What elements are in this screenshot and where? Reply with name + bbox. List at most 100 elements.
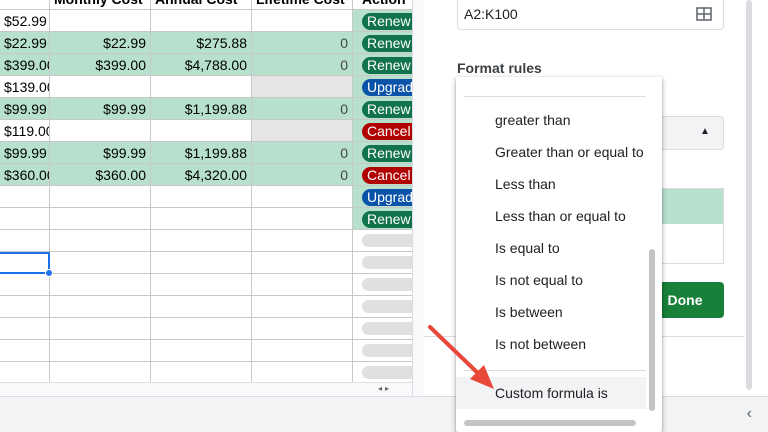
action-chip[interactable] xyxy=(362,366,412,379)
action-cell[interactable] xyxy=(353,230,412,252)
table-cell[interactable]: $399.00 xyxy=(0,54,50,76)
table-cell[interactable] xyxy=(151,362,252,384)
action-cell[interactable] xyxy=(353,362,412,384)
table-cell[interactable] xyxy=(0,318,50,340)
table-cell[interactable]: 0 xyxy=(252,32,353,54)
table-cell[interactable] xyxy=(50,252,151,274)
menu-scrollbar[interactable] xyxy=(649,249,655,411)
action-cell[interactable] xyxy=(353,318,412,340)
fill-handle[interactable] xyxy=(45,269,53,277)
action-cell[interactable]: Upgrade xyxy=(353,76,412,98)
table-cell[interactable] xyxy=(0,362,50,384)
action-cell[interactable]: Upgrade xyxy=(353,186,412,208)
selected-cell[interactable] xyxy=(0,252,50,274)
table-cell[interactable] xyxy=(151,252,252,274)
action-cell[interactable] xyxy=(353,340,412,362)
table-cell[interactable] xyxy=(50,362,151,384)
scroll-arrows-icon[interactable]: ◂▸ xyxy=(378,384,392,393)
panel-scrollbar[interactable] xyxy=(746,0,752,390)
table-cell[interactable] xyxy=(252,252,353,274)
menu-item[interactable]: Less than or equal to xyxy=(456,200,646,232)
table-cell[interactable] xyxy=(151,76,252,98)
table-cell[interactable] xyxy=(0,186,50,208)
table-cell[interactable]: 0 xyxy=(252,164,353,186)
table-cell[interactable] xyxy=(151,230,252,252)
table-cell[interactable]: $22.99 xyxy=(50,32,151,54)
table-cell[interactable]: $99.99 xyxy=(50,142,151,164)
action-cell[interactable] xyxy=(353,274,412,296)
action-chip[interactable] xyxy=(362,344,412,357)
column-header[interactable]: Monthly Cost xyxy=(50,0,151,10)
table-cell[interactable] xyxy=(252,186,353,208)
table-cell[interactable]: $4,320.00 xyxy=(151,164,252,186)
grid-select-icon[interactable] xyxy=(696,7,712,21)
action-cell[interactable]: Renew xyxy=(353,98,412,120)
table-cell[interactable]: $4,788.00 xyxy=(151,54,252,76)
table-cell[interactable] xyxy=(151,274,252,296)
table-cell[interactable] xyxy=(50,318,151,340)
table-cell[interactable]: $399.00 xyxy=(50,54,151,76)
table-cell[interactable] xyxy=(151,296,252,318)
menu-item[interactable]: Greater than or equal to xyxy=(456,136,646,168)
table-cell[interactable]: $360.00 xyxy=(0,164,50,186)
table-cell[interactable] xyxy=(50,10,151,32)
menu-item[interactable]: Is not equal to xyxy=(456,264,646,296)
action-cell[interactable]: Renew xyxy=(353,32,412,54)
action-chip[interactable] xyxy=(362,234,412,247)
action-cell[interactable] xyxy=(353,252,412,274)
action-chip[interactable]: Renew xyxy=(362,13,412,30)
table-cell[interactable] xyxy=(151,340,252,362)
action-chip[interactable]: Cancel xyxy=(362,167,412,184)
action-chip[interactable]: Renew xyxy=(362,35,412,52)
action-chip[interactable] xyxy=(362,300,412,313)
table-cell[interactable]: $99.99 xyxy=(0,98,50,120)
action-cell[interactable]: Renew xyxy=(353,208,412,230)
table-cell[interactable]: $119.00 xyxy=(0,120,50,142)
table-cell[interactable] xyxy=(252,10,353,32)
table-cell[interactable] xyxy=(50,296,151,318)
action-chip[interactable]: Upgrade xyxy=(362,189,412,206)
menu-item[interactable]: Is not between xyxy=(456,328,646,360)
table-cell[interactable] xyxy=(0,340,50,362)
table-cell[interactable] xyxy=(252,318,353,340)
action-cell[interactable]: Cancel xyxy=(353,164,412,186)
table-cell[interactable] xyxy=(252,120,353,142)
table-cell[interactable] xyxy=(151,10,252,32)
action-chip[interactable]: Renew xyxy=(362,211,412,228)
table-cell[interactable]: $52.99 xyxy=(0,10,50,32)
table-cell[interactable] xyxy=(151,120,252,142)
table-cell[interactable] xyxy=(252,296,353,318)
table-cell[interactable] xyxy=(50,230,151,252)
action-cell[interactable]: Renew xyxy=(353,10,412,32)
action-chip[interactable] xyxy=(362,278,412,291)
table-cell[interactable]: $1,199.88 xyxy=(151,142,252,164)
action-chip[interactable]: Renew xyxy=(362,145,412,162)
horizontal-scrollbar[interactable] xyxy=(0,382,412,396)
table-cell[interactable]: 0 xyxy=(252,54,353,76)
column-header[interactable]: Annual Cost xyxy=(151,0,252,10)
table-cell[interactable] xyxy=(50,340,151,362)
menu-horizontal-scrollbar[interactable] xyxy=(464,420,636,426)
menu-item[interactable]: greater than xyxy=(456,104,646,136)
table-cell[interactable]: $99.99 xyxy=(0,142,50,164)
action-cell[interactable]: Cancel xyxy=(353,120,412,142)
table-cell[interactable] xyxy=(151,186,252,208)
table-cell[interactable] xyxy=(0,208,50,230)
action-chip[interactable]: Upgrade xyxy=(362,79,412,96)
table-cell[interactable]: 0 xyxy=(252,98,353,120)
table-cell[interactable] xyxy=(151,318,252,340)
action-cell[interactable]: Renew xyxy=(353,142,412,164)
action-chip[interactable]: Renew xyxy=(362,57,412,74)
table-cell[interactable]: $99.99 xyxy=(50,98,151,120)
table-cell[interactable] xyxy=(252,274,353,296)
action-cell[interactable] xyxy=(353,296,412,318)
column-header[interactable]: Lifetime Cost xyxy=(252,0,353,10)
table-cell[interactable] xyxy=(50,76,151,98)
column-header[interactable] xyxy=(0,0,50,10)
table-cell[interactable]: $360.00 xyxy=(50,164,151,186)
action-chip[interactable] xyxy=(362,322,412,335)
table-cell[interactable]: 0 xyxy=(252,142,353,164)
action-cell[interactable]: Renew xyxy=(353,54,412,76)
table-cell[interactable] xyxy=(252,208,353,230)
table-cell[interactable]: $275.88 xyxy=(151,32,252,54)
